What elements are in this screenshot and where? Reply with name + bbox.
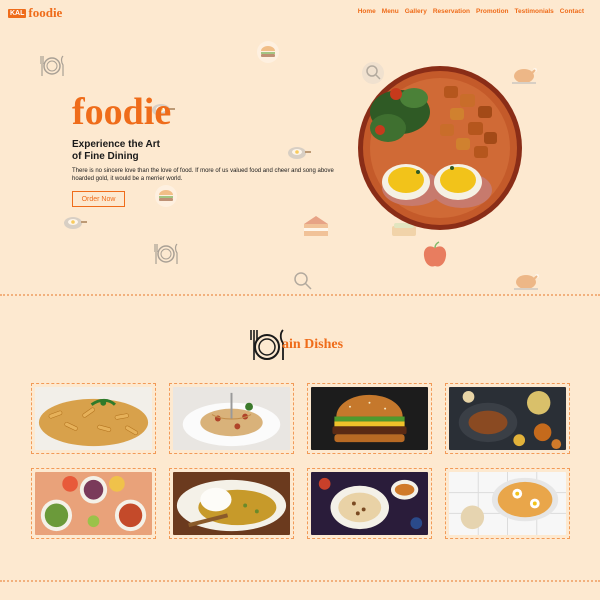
dish-card-penne[interactable]: [31, 383, 156, 454]
brand-logo[interactable]: KAL foodie: [8, 5, 62, 21]
dish-image-curry-rice: [173, 472, 290, 535]
dish-card-healthy-bowls[interactable]: [31, 468, 156, 539]
logo-text: foodie: [28, 5, 63, 20]
hero-title: foodie: [72, 91, 172, 133]
section-divider-top: [0, 294, 600, 296]
hero-subtitle: Experience the Art of Fine Dining: [72, 139, 192, 163]
dish-image-breakfast-skillet: [449, 472, 566, 535]
dish-card-grilled-platter[interactable]: [445, 383, 570, 454]
hero-description: There is no sincere love than the love o…: [72, 168, 334, 182]
nav-link-promotion[interactable]: Promotion: [476, 8, 509, 15]
hero-subtitle-line1: Experience the Art: [72, 139, 160, 150]
dish-image-healthy-bowls: [35, 472, 152, 535]
section-heading: ain Dishes: [248, 326, 343, 364]
dish-card-burger[interactable]: [307, 383, 432, 454]
hero-subtitle-line2: of Fine Dining: [72, 151, 139, 162]
dish-card-spaghetti[interactable]: [169, 383, 294, 454]
dish-image-spaghetti: [173, 387, 290, 450]
nav-menu: Home Menu Gallery Reservation Promotion …: [358, 8, 584, 15]
burger-icon: [155, 185, 177, 207]
plate-fork-knife-icon: [250, 329, 284, 360]
dish-card-breakfast-skillet[interactable]: [445, 468, 570, 539]
section-title-text: ain Dishes: [282, 337, 344, 352]
nav-link-testimonials[interactable]: Testimonials: [515, 8, 554, 15]
section-divider-bottom: [0, 580, 600, 582]
apple-icon: [423, 241, 447, 267]
burger-icon: [257, 41, 279, 63]
pan-egg-icon: [288, 147, 311, 159]
order-now-button[interactable]: Order Now: [72, 191, 125, 207]
logo-badge: KAL: [8, 8, 27, 18]
dish-image-rice-plate: [311, 472, 428, 535]
nav-link-gallery[interactable]: Gallery: [405, 8, 427, 15]
dish-image-penne: [35, 387, 152, 450]
dish-image-burger: [311, 387, 428, 450]
cake-icon: [304, 216, 328, 236]
nav-link-menu[interactable]: Menu: [382, 8, 399, 15]
dish-card-rice-plate[interactable]: [307, 468, 432, 539]
nav-link-reservation[interactable]: Reservation: [433, 8, 470, 15]
plate-fork-knife-icon: [40, 55, 64, 76]
dish-image-grilled-platter: [449, 387, 566, 450]
dish-card-curry-rice[interactable]: [169, 468, 294, 539]
nav-link-contact[interactable]: Contact: [560, 8, 584, 15]
hero-food-plate-image: [356, 64, 524, 232]
top-navbar: KAL foodie Home Menu Gallery Reservation…: [0, 0, 600, 24]
pan-egg-icon: [64, 217, 87, 229]
plate-fork-knife-icon: [154, 243, 178, 264]
search-food-icon: [294, 272, 312, 290]
roast-chicken-icon: [514, 274, 539, 290]
nav-link-home[interactable]: Home: [358, 8, 376, 15]
